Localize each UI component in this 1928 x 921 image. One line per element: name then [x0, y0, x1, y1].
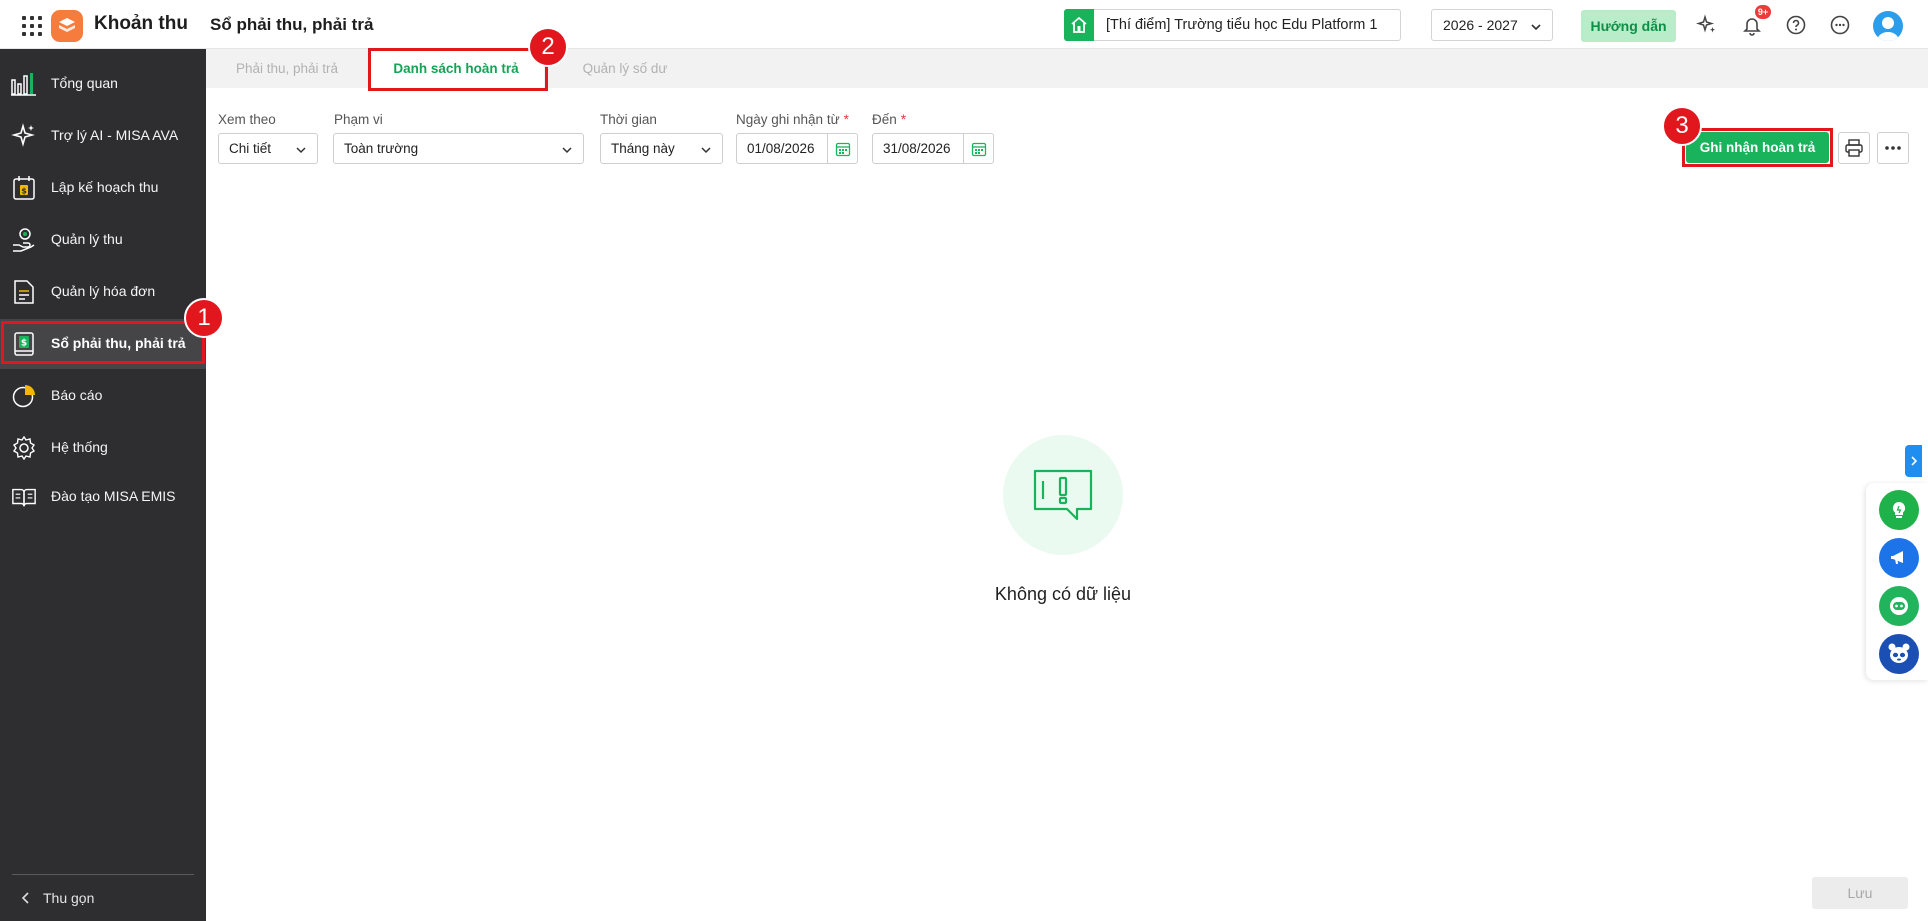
tab-balance-management[interactable]: Quản lý số dư — [544, 49, 706, 88]
sidebar-item-plan[interactable]: $ Lập kế hoạch thu — [0, 163, 206, 213]
sidebar-item-label: Báo cáo — [51, 387, 103, 403]
tab-receivable-payable[interactable]: Phải thu, phải trả — [206, 49, 368, 88]
svg-text:$: $ — [21, 339, 27, 349]
collapse-label: Thu gọn — [43, 890, 95, 906]
user-avatar[interactable] — [1873, 11, 1903, 41]
page-title: Sổ phải thu, phải trả — [210, 15, 374, 34]
invoice-icon — [11, 279, 37, 305]
chatbot-icon[interactable] — [1879, 586, 1919, 626]
period-select[interactable]: Tháng này — [600, 133, 723, 164]
printer-icon — [1845, 139, 1863, 157]
sidebar-item-overview[interactable]: Tổng quan — [0, 59, 206, 109]
bar-chart-icon — [11, 71, 37, 97]
sidebar-item-reports[interactable]: Báo cáo — [0, 371, 206, 421]
sparkle-icon — [11, 123, 37, 149]
school-year-value: 2026 - 2027 — [1443, 17, 1518, 33]
dock-toggle[interactable] — [1905, 445, 1922, 477]
date-to-label-text: Đến — [872, 112, 897, 127]
more-circle-icon[interactable] — [1827, 12, 1853, 38]
app-name: Khoản thu — [94, 13, 188, 34]
sidebar-item-label: Quản lý hóa đơn — [51, 283, 156, 299]
save-button[interactable]: Lưu — [1812, 877, 1908, 909]
sidebar-item-label: Tổng quan — [51, 75, 118, 91]
chevron-down-icon — [1530, 20, 1542, 36]
ellipsis-icon — [1885, 146, 1901, 150]
sidebar-item-invoices[interactable]: Quản lý hóa đơn — [0, 267, 206, 317]
sidebar: Tổng quan Trợ lý AI - MISA AVA $ Lập kế … — [0, 49, 206, 921]
calendar-icon[interactable] — [963, 134, 993, 163]
scope-value: Toàn trường — [344, 141, 419, 156]
scope-select[interactable]: Toàn trường — [333, 133, 584, 164]
sidebar-item-label: Sổ phải thu, phải trả — [51, 335, 186, 351]
empty-state-illustration — [1003, 435, 1123, 555]
school-selector[interactable]: [Thí điểm] Trường tiểu học Edu Platform … — [1064, 9, 1401, 41]
sidebar-item-ai-assistant[interactable]: Trợ lý AI - MISA AVA — [0, 111, 206, 161]
school-home-icon — [1064, 9, 1094, 41]
calendar-icon[interactable] — [827, 134, 857, 163]
period-label: Thời gian — [600, 112, 657, 127]
ai-sparkle-icon[interactable] — [1694, 12, 1720, 38]
pie-chart-icon — [11, 383, 37, 409]
date-to-input[interactable]: 31/08/2026 — [872, 133, 994, 164]
sidebar-item-collection[interactable]: Quản lý thu — [0, 215, 206, 265]
school-year-select[interactable]: 2026 - 2027 — [1431, 9, 1553, 41]
step-marker-2: 2 — [528, 27, 568, 67]
chevron-down-icon — [295, 143, 307, 159]
guide-button[interactable]: Hướng dẫn — [1581, 10, 1676, 42]
date-from-label: Ngày ghi nhận từ * — [736, 112, 849, 127]
ledger-icon: $ — [11, 331, 37, 357]
sidebar-item-label: Lập kế hoạch thu — [51, 179, 159, 195]
chevron-right-icon — [1910, 456, 1917, 466]
chevron-left-icon — [20, 891, 32, 908]
required-mark: * — [900, 112, 907, 127]
calendar-money-icon: $ — [11, 175, 37, 201]
step-marker-1: 1 — [184, 298, 224, 338]
required-mark: * — [843, 112, 849, 127]
print-button[interactable] — [1838, 132, 1870, 164]
megaphone-icon[interactable] — [1879, 538, 1919, 578]
date-to-value: 31/08/2026 — [883, 141, 951, 156]
app-logo — [51, 10, 83, 42]
svg-text:$: $ — [21, 187, 27, 196]
view-by-label: Xem theo — [218, 112, 276, 127]
chevron-down-icon — [700, 143, 712, 159]
date-to-label: Đến * — [872, 112, 906, 127]
view-by-value: Chi tiết — [229, 141, 272, 156]
date-from-input[interactable]: 01/08/2026 — [736, 133, 858, 164]
empty-state-message: Không có dữ liệu — [994, 584, 1132, 604]
tab-bar: Phải thu, phải trả Danh sách hoàn trả Qu… — [206, 49, 1928, 88]
sidebar-item-system[interactable]: Hệ thống — [0, 423, 206, 473]
no-data-icon — [1033, 469, 1093, 521]
sidebar-collapse-button[interactable]: Thu gọn — [12, 874, 194, 921]
step-marker-3: 3 — [1662, 106, 1702, 146]
scope-label: Phạm vi — [334, 112, 383, 127]
sidebar-item-label: Trợ lý AI - MISA AVA — [51, 127, 179, 143]
more-options-button[interactable] — [1877, 132, 1909, 164]
sidebar-item-label: Hệ thống — [51, 439, 108, 455]
floating-tools-dock — [1866, 483, 1928, 680]
gear-icon — [11, 435, 37, 461]
date-from-value: 01/08/2026 — [747, 141, 815, 156]
sidebar-item-ledger[interactable]: $ Sổ phải thu, phải trả — [0, 319, 206, 369]
period-value: Tháng này — [611, 141, 675, 156]
sidebar-item-training[interactable]: Đào tạo MISA EMIS — [0, 472, 206, 522]
record-refund-button[interactable]: Ghi nhận hoàn trả — [1686, 132, 1829, 163]
mascot-icon[interactable] — [1879, 634, 1919, 674]
chevron-down-icon — [561, 143, 573, 159]
sidebar-item-label: Đào tạo MISA EMIS — [51, 488, 176, 504]
top-header: Khoản thu Sổ phải thu, phải trả [Thí điể… — [0, 0, 1928, 49]
hand-coin-icon — [11, 227, 37, 253]
tab-refund-list[interactable]: Danh sách hoàn trả — [368, 49, 544, 88]
app-launcher-icon[interactable] — [20, 14, 42, 36]
idea-bulb-icon[interactable] — [1879, 490, 1919, 530]
book-icon — [11, 484, 37, 510]
help-icon[interactable] — [1783, 12, 1809, 38]
view-by-select[interactable]: Chi tiết — [218, 133, 318, 164]
school-name: [Thí điểm] Trường tiểu học Edu Platform … — [1106, 17, 1378, 33]
date-from-label-text: Ngày ghi nhận từ — [736, 112, 840, 127]
notification-badge: 9+ — [1755, 5, 1771, 19]
sidebar-item-label: Quản lý thu — [51, 231, 123, 247]
